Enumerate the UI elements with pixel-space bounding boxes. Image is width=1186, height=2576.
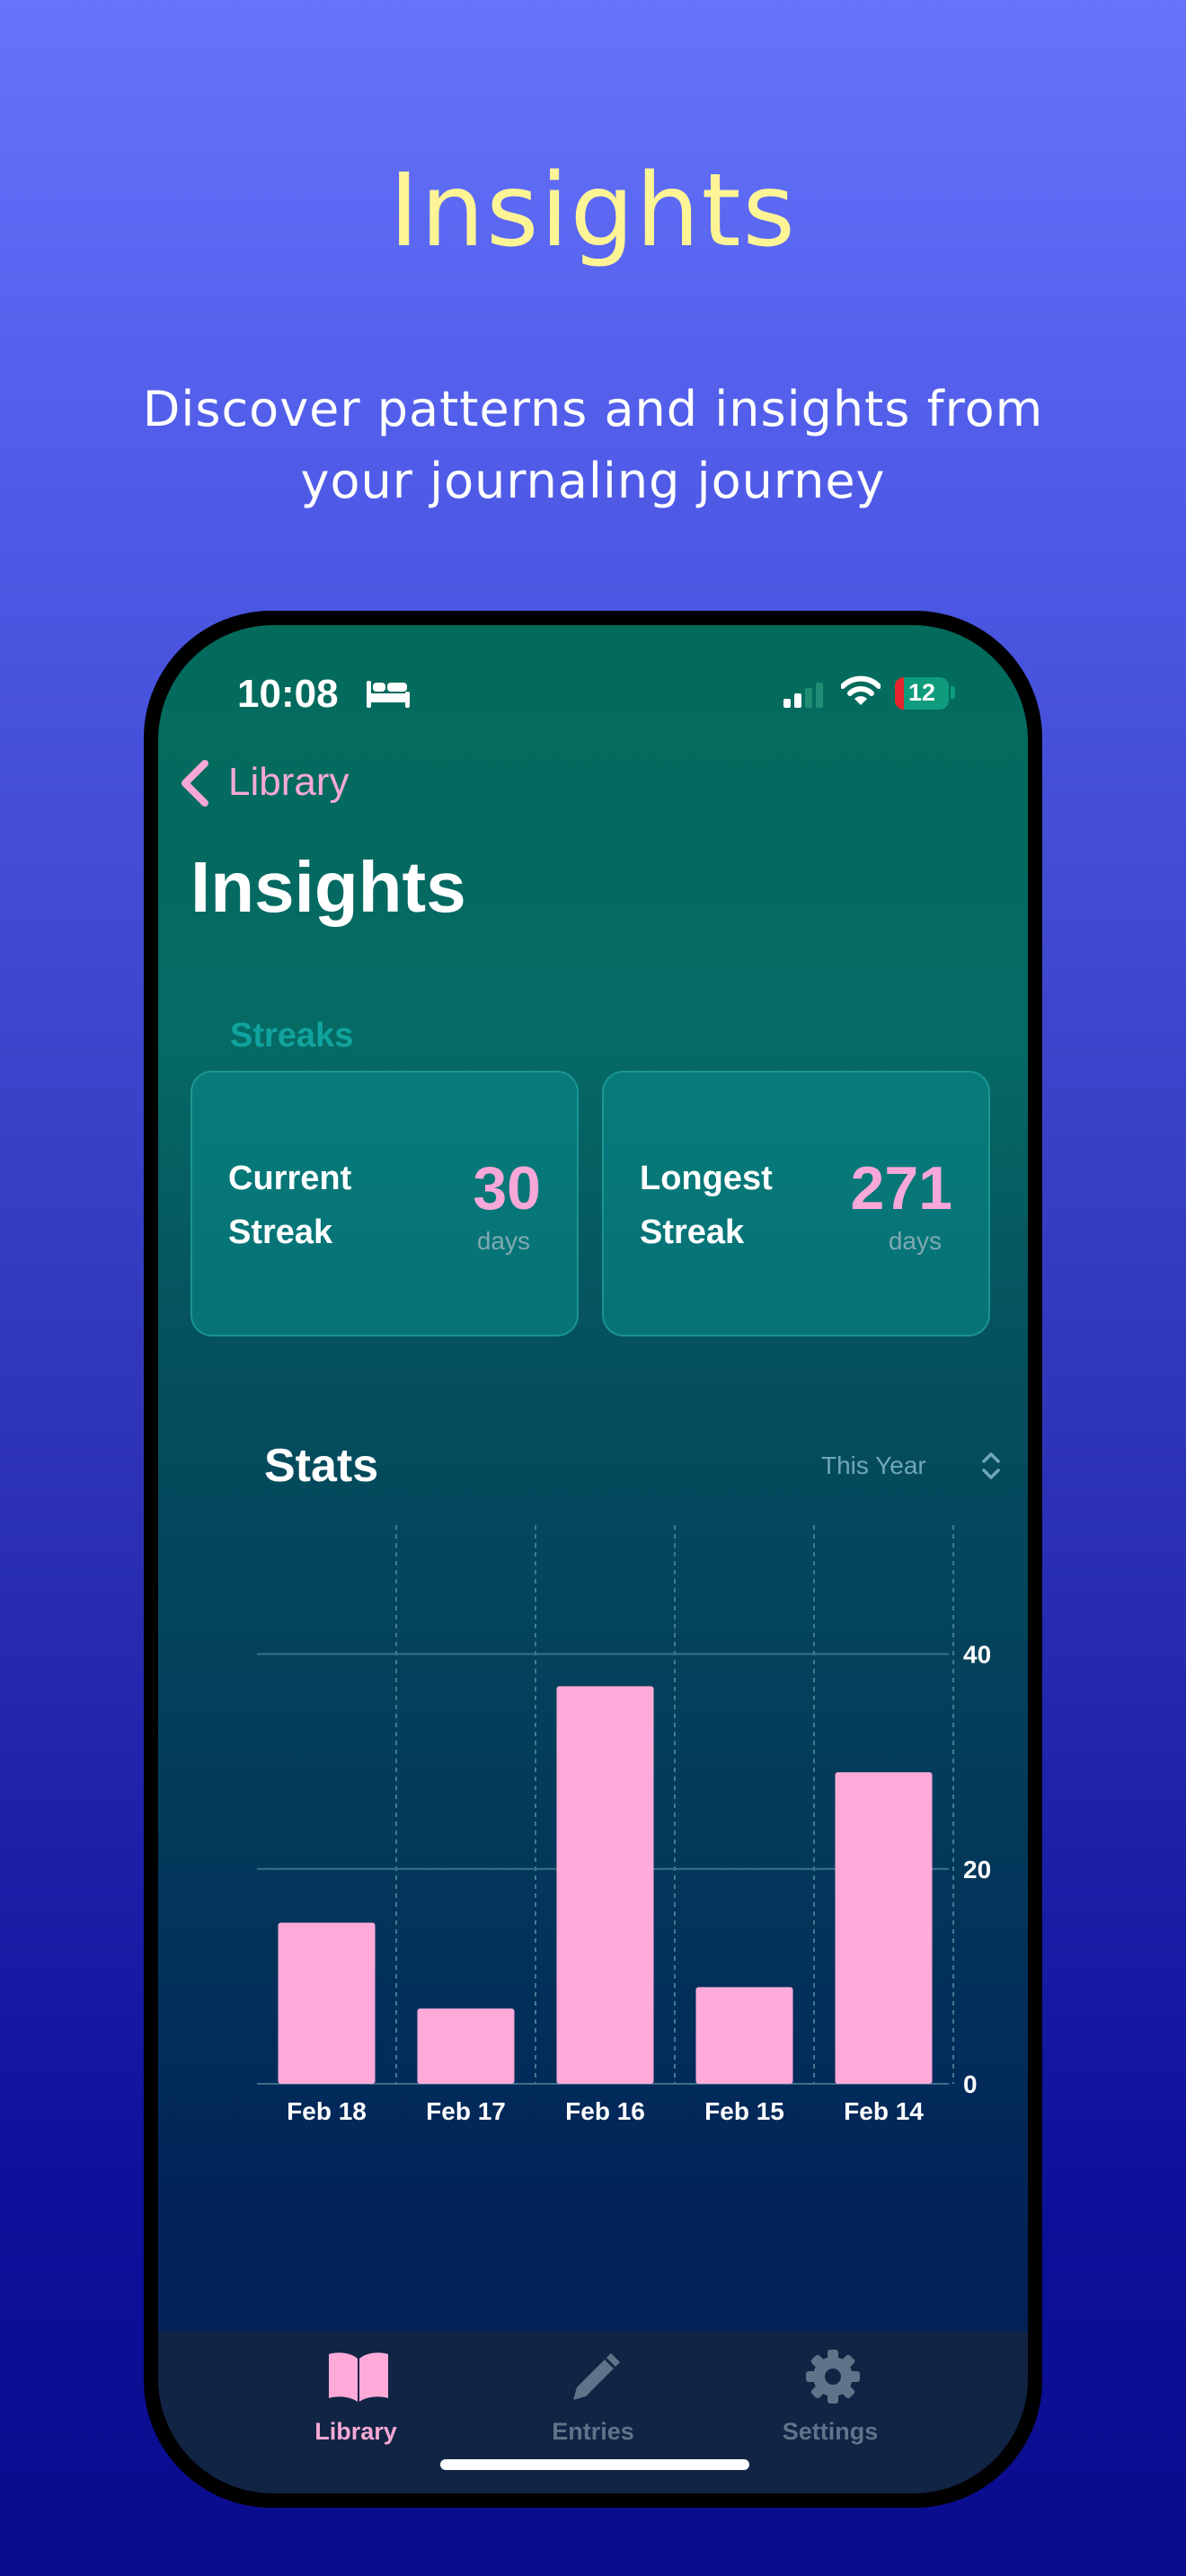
chart-x-tick-label: Feb 14 — [844, 2097, 924, 2125]
chart-x-tick-label: Feb 17 — [426, 2097, 506, 2125]
book-icon — [329, 2352, 388, 2402]
app-screen: 10:08 12 Library Insights Streaks Curren… — [158, 625, 1028, 2493]
gear-icon — [806, 2350, 860, 2404]
chart-bar — [695, 1987, 793, 2084]
chart-y-tick-label: 20 — [963, 1856, 991, 1883]
stats-bar-chart: 0 20 40 Feb 18 Feb 17 Feb 16 Feb 15 Feb 14 — [257, 1525, 991, 2125]
chart-bar — [278, 1922, 376, 2084]
chart-y-tick-label: 0 — [963, 2070, 978, 2098]
phone-frame: 10:08 12 Library Insights Streaks Curren… — [144, 611, 1042, 2508]
tab-settings[interactable]: Settings — [740, 2350, 920, 2448]
chart-bar — [556, 1686, 654, 2084]
tab-library-label: Library — [314, 2418, 397, 2445]
chart-bar — [417, 2008, 515, 2084]
tab-settings-label: Settings — [782, 2418, 879, 2445]
pencil-icon — [573, 2353, 620, 2400]
chart-x-tick-label: Feb 15 — [704, 2097, 784, 2125]
chart-y-tick-label: 40 — [963, 1641, 991, 1669]
promo-subtitle: Discover patterns and insights from your… — [142, 381, 1044, 509]
tab-entries[interactable]: Entries — [503, 2350, 683, 2448]
promo-title: Insights — [389, 153, 797, 269]
tab-entries-label: Entries — [552, 2418, 634, 2445]
tab-library[interactable]: Library — [266, 2350, 446, 2448]
chart-x-tick-label: Feb 16 — [565, 2097, 645, 2125]
home-indicator — [440, 2459, 749, 2470]
chart-bar — [835, 1772, 933, 2084]
chart-x-tick-label: Feb 18 — [287, 2097, 367, 2125]
